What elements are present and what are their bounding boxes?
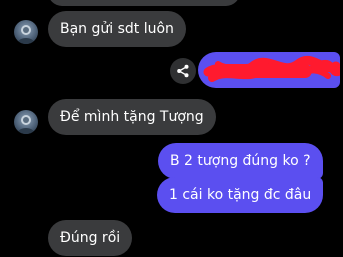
message-text: Để mình tặng Tượng (60, 109, 204, 125)
message-bubble[interactable]: Để mình tặng Tượng (48, 99, 216, 135)
contact-avatar[interactable] (14, 20, 38, 44)
message-bubble[interactable]: B 2 tượng đúng ko ? (158, 143, 323, 179)
message-text: B 2 tượng đúng ko ? (170, 153, 311, 169)
share-icon (177, 64, 189, 78)
message-bubble-redacted[interactable] (198, 52, 340, 88)
message-text: 1 cái ko tặng đc đâu (169, 187, 312, 203)
message-text: Bạn gửi sdt luôn (60, 21, 174, 37)
message-bubble[interactable]: Bạn gửi sdt luôn (48, 11, 186, 47)
share-button[interactable] (170, 58, 196, 84)
message-text: Đúng rồi (60, 230, 121, 246)
previous-message-bubble (48, 0, 240, 6)
message-bubble[interactable]: Đúng rồi (48, 220, 133, 256)
contact-avatar[interactable] (14, 110, 38, 134)
message-bubble[interactable]: 1 cái ko tặng đc đâu (157, 177, 324, 213)
redaction-scribble (203, 55, 340, 82)
